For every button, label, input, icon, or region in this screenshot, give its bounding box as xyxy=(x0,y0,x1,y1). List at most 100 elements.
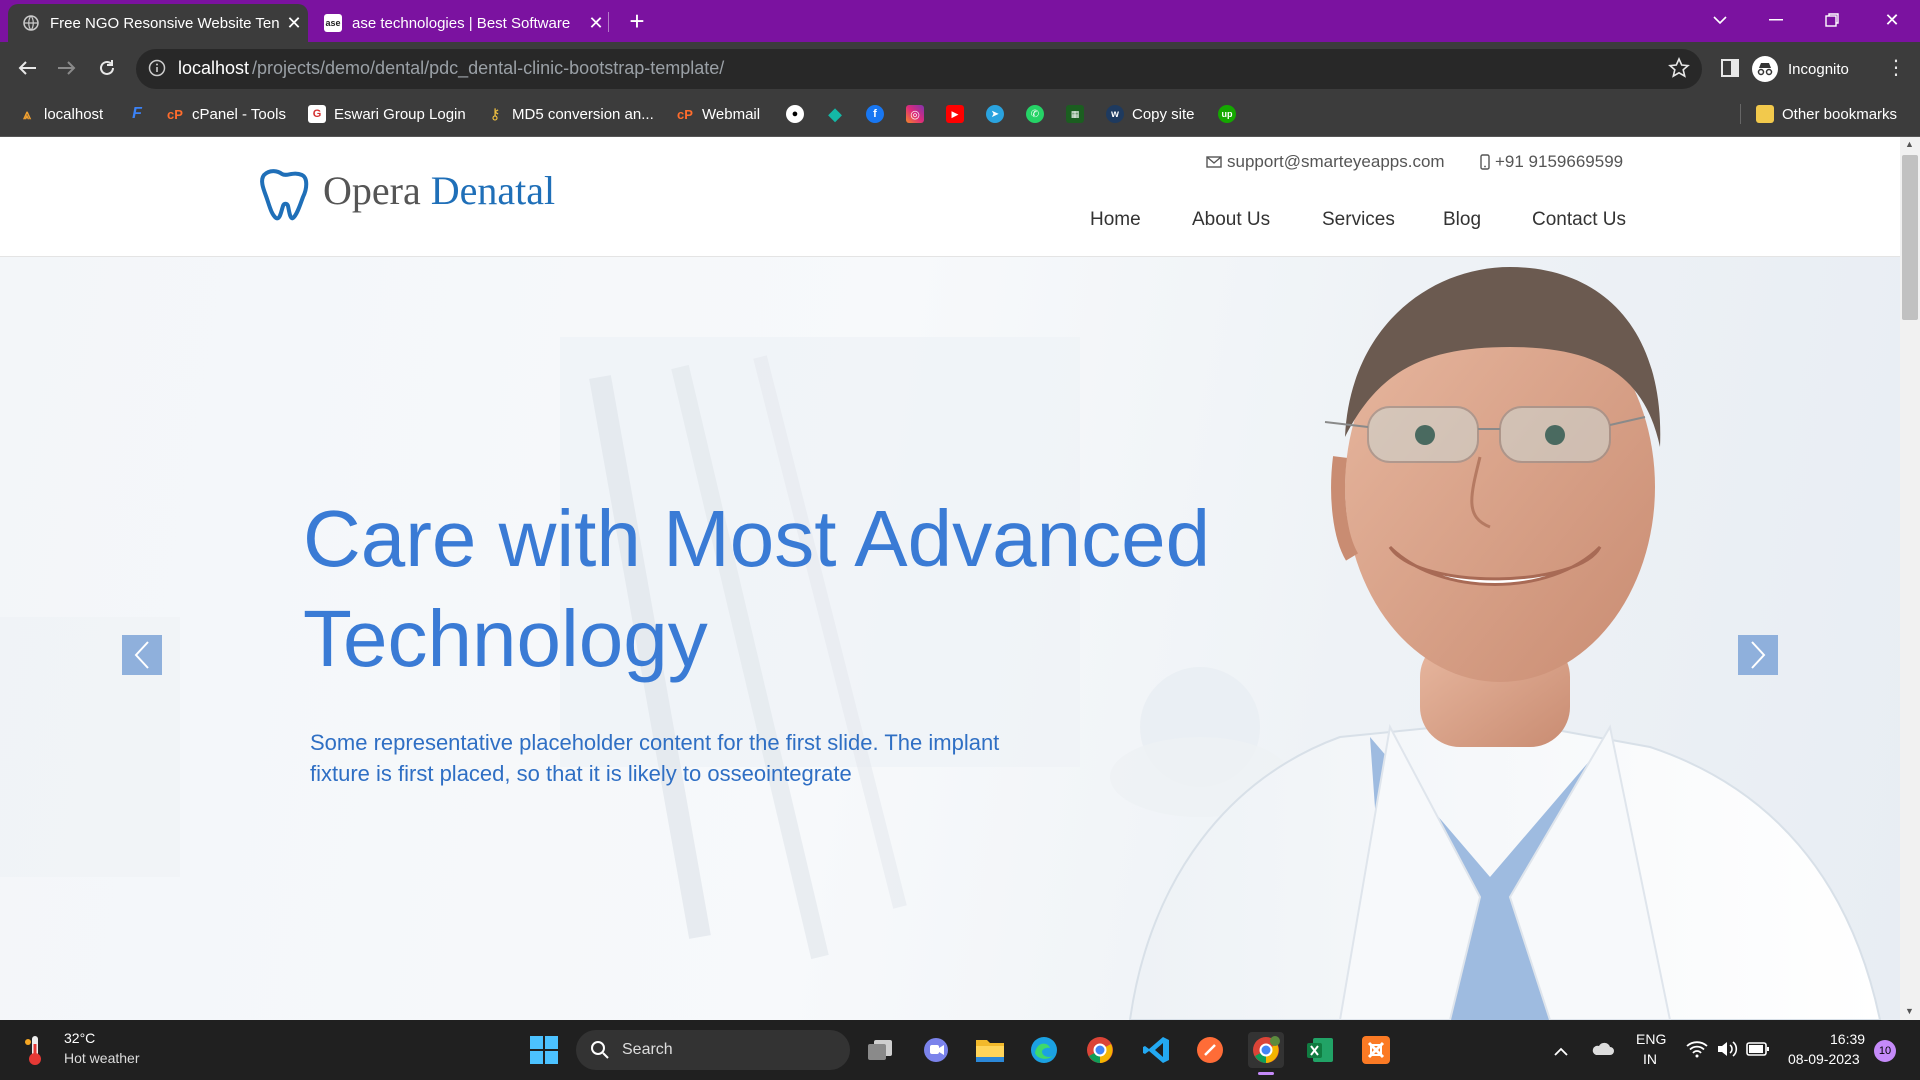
new-tab-button[interactable]: + xyxy=(622,6,652,36)
bookmark-localhost[interactable]: ⩓ localhost xyxy=(18,101,103,127)
facebook-icon: f xyxy=(866,105,884,123)
taskbar-search-box[interactable] xyxy=(576,1030,850,1070)
carousel-next-button[interactable] xyxy=(1738,635,1778,675)
nav-blog[interactable]: Blog xyxy=(1443,209,1481,231)
whatsapp-icon: ✆ xyxy=(1026,105,1044,123)
incognito-label: Incognito xyxy=(1788,60,1849,78)
edge-browser-icon[interactable] xyxy=(1026,1032,1062,1068)
menu-dots-icon[interactable]: ⋮ xyxy=(1886,58,1906,78)
carousel-prev-button[interactable] xyxy=(122,635,162,675)
tooth-logo-icon[interactable] xyxy=(254,163,314,228)
chrome-incognito-active-icon[interactable] xyxy=(1248,1032,1284,1068)
bookmark-cpanel[interactable]: cP cPanel - Tools xyxy=(166,101,286,127)
clock-time[interactable]: 16:39 xyxy=(1830,1031,1865,1047)
youtube-icon: ▶ xyxy=(946,105,964,123)
bookmark-f[interactable]: F xyxy=(128,101,154,127)
bookmark-github[interactable]: ● xyxy=(786,101,812,127)
back-arrow-icon[interactable] xyxy=(12,53,42,83)
thermometer-icon[interactable] xyxy=(24,1034,46,1071)
scrollbar-thumb[interactable] xyxy=(1902,155,1918,320)
telegram-icon: ➤ xyxy=(986,105,1004,123)
bookmark-eswari[interactable]: G Eswari Group Login xyxy=(308,101,466,127)
cpanel-icon: cP xyxy=(677,106,693,122)
show-hidden-icons-chevron-icon[interactable] xyxy=(1554,1044,1568,1062)
ase-logo-icon: ase xyxy=(324,14,342,32)
folder-icon xyxy=(1756,105,1774,123)
language-indicator-1[interactable]: ENG xyxy=(1636,1031,1666,1047)
volume-icon[interactable] xyxy=(1716,1040,1738,1063)
tab-inactive[interactable]: ase ase technologies | Best Software ✕ xyxy=(310,4,610,42)
minimize-button[interactable] xyxy=(1748,0,1804,40)
close-window-button[interactable]: ✕ xyxy=(1864,0,1920,40)
bookmark-facebook[interactable]: f xyxy=(866,101,892,127)
bookmark-webmail[interactable]: cP Webmail xyxy=(676,101,760,127)
bookmark-telegram[interactable]: ➤ xyxy=(986,101,1012,127)
email-contact[interactable]: support@smarteyeapps.com xyxy=(1206,152,1445,172)
bookmark-copy-site[interactable]: w Copy site xyxy=(1106,101,1195,127)
url-path: /projects/demo/dental/pdc_dental-clinic-… xyxy=(252,58,725,78)
other-bookmarks[interactable]: Other bookmarks xyxy=(1756,101,1897,127)
clock-date[interactable]: 08-09-2023 xyxy=(1788,1051,1860,1067)
nav-contact-us[interactable]: Contact Us xyxy=(1532,209,1626,231)
w-icon: w xyxy=(1106,105,1124,123)
bookmark-diamond[interactable]: ◆ xyxy=(826,101,852,127)
onedrive-cloud-icon[interactable] xyxy=(1590,1042,1614,1061)
other-bookmarks-label: Other bookmarks xyxy=(1782,105,1898,123)
bookmark-md5[interactable]: ⚷ MD5 conversion an... xyxy=(486,101,654,127)
incognito-profile[interactable]: Incognito xyxy=(1752,53,1849,85)
close-tab-icon[interactable]: ✕ xyxy=(582,13,610,34)
scroll-up-arrow-icon[interactable]: ▲ xyxy=(1905,139,1914,149)
tab-divider xyxy=(608,12,609,32)
bookmark-label: Copy site xyxy=(1132,105,1195,123)
language-indicator-2[interactable]: IN xyxy=(1643,1051,1657,1067)
bookmark-label: cPanel - Tools xyxy=(192,105,286,123)
logo-text[interactable]: Opera Denatal xyxy=(323,167,555,214)
tab-title: Free NGO Resonsive Website Ten xyxy=(50,14,280,32)
globe-icon xyxy=(22,14,40,32)
site-info-icon[interactable] xyxy=(148,59,166,82)
bookmark-youtube[interactable]: ▶ xyxy=(946,101,972,127)
chrome-icon[interactable] xyxy=(1082,1032,1118,1068)
nav-home[interactable]: Home xyxy=(1090,209,1141,231)
teams-chat-icon[interactable] xyxy=(918,1032,954,1068)
tab-active[interactable]: Free NGO Resonsive Website Ten ✕ xyxy=(8,4,308,42)
eswari-icon: G xyxy=(308,105,326,123)
file-explorer-icon[interactable] xyxy=(972,1032,1008,1068)
weather-temperature[interactable]: 32°C xyxy=(64,1030,95,1046)
wifi-icon[interactable] xyxy=(1686,1040,1708,1063)
forward-arrow-icon[interactable] xyxy=(52,53,82,83)
hero-title: Care with Most Advanced Technology xyxy=(303,494,1211,683)
restore-button[interactable] xyxy=(1804,0,1860,40)
diamond-icon: ◆ xyxy=(828,103,842,124)
battery-icon[interactable] xyxy=(1746,1042,1770,1061)
close-tab-icon[interactable]: ✕ xyxy=(280,13,308,34)
notification-badge[interactable]: 10 xyxy=(1874,1040,1896,1062)
reload-icon[interactable] xyxy=(92,53,122,83)
vscode-icon[interactable] xyxy=(1138,1032,1174,1068)
tab-search-chevron-icon[interactable] xyxy=(1692,0,1748,40)
logo-text-accent: Denatal xyxy=(430,168,556,213)
task-view-icon[interactable] xyxy=(862,1032,898,1068)
postman-icon[interactable] xyxy=(1192,1032,1228,1068)
xampp-icon[interactable] xyxy=(1358,1032,1394,1068)
localhost-icon: ⩓ xyxy=(23,105,31,122)
cpanel-icon: cP xyxy=(167,106,183,122)
bookmark-star-icon[interactable] xyxy=(1668,57,1690,84)
excel-icon[interactable] xyxy=(1302,1032,1338,1068)
bookmark-sheet[interactable]: ▦ xyxy=(1066,101,1092,127)
side-panel-icon[interactable] xyxy=(1720,58,1740,83)
notification-count: 10 xyxy=(1878,1045,1892,1057)
windows-start-icon[interactable] xyxy=(526,1032,562,1068)
bookmark-upwork[interactable]: up xyxy=(1218,101,1244,127)
tab-title: ase technologies | Best Software xyxy=(352,14,571,32)
hero-carousel: Care with Most Advanced Technology Some … xyxy=(0,257,1900,1020)
nav-services[interactable]: Services xyxy=(1322,209,1395,231)
bookmark-instagram[interactable]: ◎ xyxy=(906,101,932,127)
scroll-down-arrow-icon[interactable]: ▼ xyxy=(1905,1006,1914,1016)
key-icon: ⚷ xyxy=(489,106,501,123)
instagram-icon: ◎ xyxy=(906,105,924,123)
bookmark-whatsapp[interactable]: ✆ xyxy=(1026,101,1052,127)
nav-about-us[interactable]: About Us xyxy=(1192,209,1270,231)
phone-contact[interactable]: +91 9159669599 xyxy=(1480,152,1623,172)
weather-description[interactable]: Hot weather xyxy=(64,1050,139,1066)
